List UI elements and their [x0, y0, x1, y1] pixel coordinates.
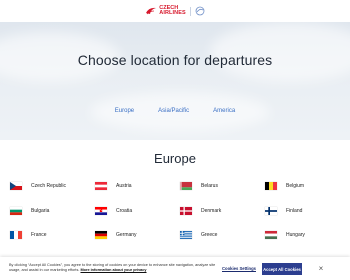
country-row: Bulgaria Croatia Denmark Finland	[0, 205, 350, 219]
country-row: France Germany Greece Hungary	[0, 229, 350, 243]
country-germany[interactable]: Germany	[95, 229, 137, 241]
belgium-flag-icon	[265, 182, 277, 190]
logo-mark-icon	[146, 7, 157, 15]
country-name: Belarus	[201, 183, 218, 189]
country-name: Hungary	[286, 232, 305, 238]
page-title: Choose location for departures	[77, 52, 273, 68]
logo-text: CZECH AIRLINES	[159, 5, 186, 16]
country-name: Finland	[286, 208, 303, 214]
tab-europe[interactable]: Europe	[107, 106, 142, 116]
country-name: Denmark	[201, 208, 222, 214]
country-name: France	[31, 232, 47, 238]
country-name: Czech Republic	[31, 183, 67, 189]
finland-flag-icon	[265, 207, 277, 215]
country-czech-republic[interactable]: Czech Republic	[10, 180, 66, 192]
country-austria[interactable]: Austria	[95, 180, 132, 192]
hero-banner: Choose location for departures Europe As…	[0, 22, 350, 140]
country-belarus[interactable]: Belarus	[180, 180, 218, 192]
country-hungary[interactable]: Hungary	[265, 229, 305, 241]
country-name: Belgium	[286, 183, 305, 189]
accept-all-cookies-button[interactable]: Accept All Cookies	[262, 263, 302, 275]
country-name: Bulgaria	[31, 208, 50, 214]
country-denmark[interactable]: Denmark	[180, 205, 221, 217]
greece-flag-icon	[180, 231, 192, 239]
country-name: Greece	[201, 232, 218, 238]
country-name: Croatia	[116, 208, 133, 214]
country-belgium[interactable]: Belgium	[265, 180, 304, 192]
country-croatia[interactable]: Croatia	[95, 205, 132, 217]
country-name: Germany	[116, 232, 137, 238]
hungary-flag-icon	[265, 231, 277, 239]
country-finland[interactable]: Finland	[265, 205, 302, 217]
cookies-settings-button[interactable]: Cookies Settings	[222, 266, 256, 271]
tab-america[interactable]: America	[205, 106, 243, 116]
country-name: Austria	[116, 183, 132, 189]
czech-airlines-logo[interactable]: CZECH AIRLINES	[145, 4, 205, 18]
skyteam-icon	[195, 6, 205, 16]
cookie-message: By clicking “Accept All Cookies”, you ag…	[9, 263, 217, 273]
germany-flag-icon	[95, 231, 107, 239]
bulgaria-flag-icon	[10, 207, 22, 215]
country-france[interactable]: France	[10, 229, 47, 241]
region-heading: Europe	[154, 151, 196, 166]
denmark-flag-icon	[180, 207, 192, 215]
czech-flag-icon	[10, 182, 22, 190]
belarus-flag-icon	[180, 182, 192, 190]
croatia-flag-icon	[95, 207, 107, 215]
privacy-info-link[interactable]: More information about your privacy	[80, 268, 146, 272]
tab-asia-pacific[interactable]: Asia/Pacific	[150, 106, 197, 116]
logo-divider	[189, 6, 191, 16]
france-flag-icon	[10, 231, 22, 239]
austria-flag-icon	[95, 182, 107, 190]
region-tabs: Europe Asia/Pacific America	[0, 106, 350, 116]
close-icon[interactable]: ×	[316, 264, 326, 274]
cookie-banner: By clicking “Accept All Cookies”, you ag…	[0, 257, 350, 280]
country-greece[interactable]: Greece	[180, 229, 217, 241]
logo-line-2: AIRLINES	[159, 10, 186, 16]
site-header: CZECH AIRLINES	[0, 0, 350, 22]
country-row: Czech Republic Austria Belarus Belgium	[0, 180, 350, 194]
country-bulgaria[interactable]: Bulgaria	[10, 205, 49, 217]
